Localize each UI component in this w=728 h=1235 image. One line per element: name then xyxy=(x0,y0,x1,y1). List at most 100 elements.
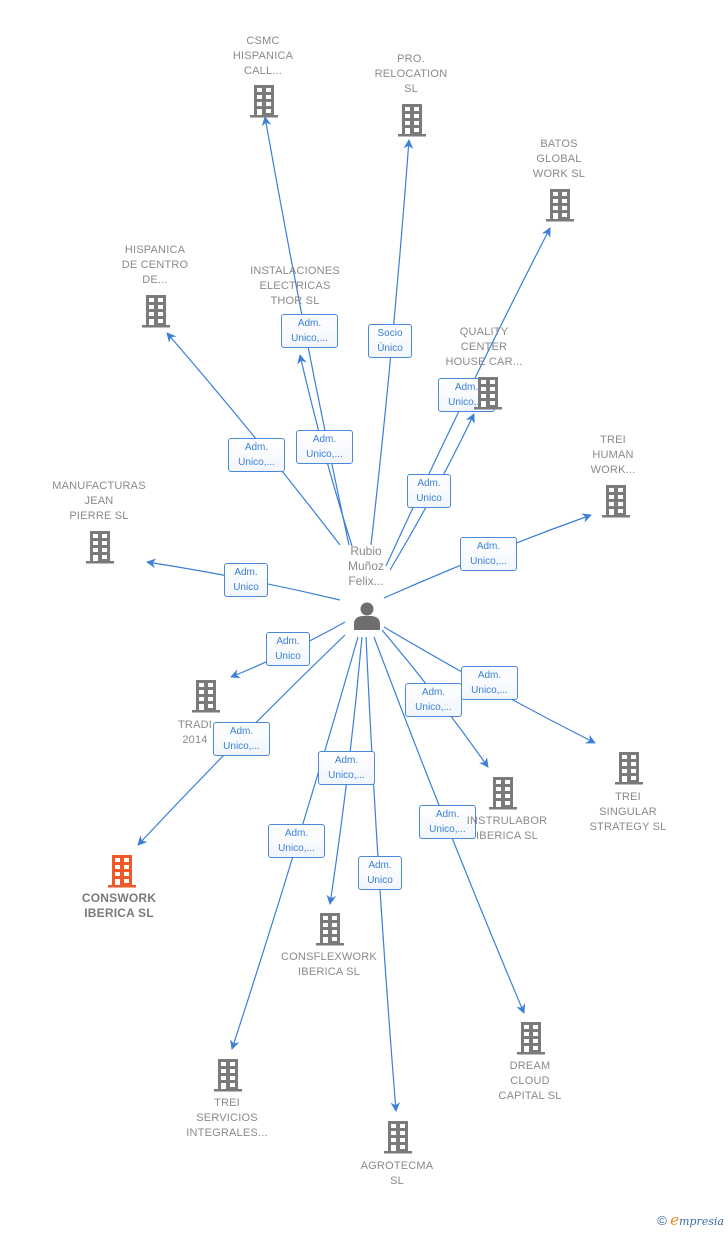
relation-label-line: Unico,... xyxy=(306,449,343,460)
relation-label-line: Adm. xyxy=(476,541,501,552)
building-icon xyxy=(250,85,278,118)
company-icon-dream_cloud[interactable] xyxy=(514,1020,548,1056)
relation-label-line: Unico xyxy=(416,493,442,504)
company-icon-batos[interactable] xyxy=(543,187,577,223)
relation-label-line: Adm. xyxy=(334,755,359,766)
relation-label-line: Adm. xyxy=(276,636,300,647)
company-name[interactable]: QUALITY CENTER HOUSE CAR... xyxy=(414,325,554,370)
relation-label-line: Unico,... xyxy=(471,685,508,696)
relation-label-line: Único xyxy=(377,343,403,354)
company-name[interactable]: INSTALACIONES ELECTRICAS THOR SL xyxy=(225,264,365,309)
relation-label-line: Unico xyxy=(275,651,301,662)
building-icon xyxy=(192,680,220,713)
relation-label-trei_human[interactable]: Adm. Unico,... xyxy=(460,537,517,571)
relation-label-consflexwork[interactable]: Adm. Unico,... xyxy=(318,751,375,785)
company-name[interactable]: CSMC HISPANICA CALL... xyxy=(193,34,333,79)
company-node-csmc[interactable]: CSMC HISPANICA CALL... xyxy=(193,34,333,79)
company-name[interactable]: BATOS GLOBAL WORK SL xyxy=(489,137,629,182)
relation-label-manufacturas[interactable]: Adm. Unico xyxy=(224,563,268,597)
company-name[interactable]: PRO. RELOCATION SL xyxy=(341,52,481,97)
company-icon-hispanica_centro[interactable] xyxy=(139,293,173,329)
relation-label-trei_singular[interactable]: Adm. Unico,... xyxy=(461,666,518,700)
relation-label-line: Adm. xyxy=(297,318,322,329)
company-name[interactable]: AGROTECMA SL xyxy=(327,1159,467,1189)
relation-label-csmc[interactable]: Adm. Unico,... xyxy=(281,314,338,348)
company-name[interactable]: TRADI 2014 xyxy=(125,718,265,748)
company-icon-instrulabor[interactable] xyxy=(486,775,520,811)
company-node-conswork[interactable]: CONSWORK IBERICA SL xyxy=(49,891,189,921)
relation-label-hispanica_centro[interactable]: Adm. Unico,... xyxy=(228,438,285,472)
company-name[interactable]: TREI HUMAN WORK... xyxy=(543,433,683,478)
building-icon xyxy=(489,777,517,810)
company-name[interactable]: CONSFLEXWORK IBERICA SL xyxy=(259,950,399,980)
building-icon xyxy=(398,104,426,137)
relation-label-trei_servicios[interactable]: Adm. Unico,... xyxy=(268,824,325,858)
building-icon xyxy=(384,1121,412,1154)
company-node-instrulabor[interactable]: INSTRULABOR IBERICA SL xyxy=(437,814,577,844)
copyright-icon: © xyxy=(657,1213,667,1228)
relation-label-line: Unico,... xyxy=(238,457,275,468)
company-node-dream_cloud[interactable]: DREAM CLOUD CAPITAL SL xyxy=(460,1059,600,1104)
company-node-trei_human[interactable]: TREI HUMAN WORK... xyxy=(543,433,683,478)
company-node-tradi[interactable]: TRADI 2014 xyxy=(125,718,265,748)
company-name[interactable]: INSTRULABOR IBERICA SL xyxy=(437,814,577,844)
building-icon xyxy=(602,485,630,518)
relation-label-quality_center[interactable]: Adm. Unico xyxy=(407,474,451,508)
relation-label-line: Unico,... xyxy=(470,556,507,567)
relation-label-line: Adm. xyxy=(284,828,309,839)
relation-label-line: Adm. xyxy=(477,670,502,681)
center-person-name[interactable]: Rubio Muñoz Felix... xyxy=(318,544,414,589)
building-icon xyxy=(474,377,502,410)
company-node-trei_singular[interactable]: TREI SINGULAR STRATEGY SL xyxy=(558,790,698,835)
company-node-trei_servicios[interactable]: TREI SERVICIOS INTEGRALES... xyxy=(157,1096,297,1141)
company-icon-csmc[interactable] xyxy=(247,83,281,119)
relation-label-line: Adm. xyxy=(244,442,269,453)
company-icon-tradi[interactable] xyxy=(189,678,223,714)
relation-label-instalaciones[interactable]: Adm. Unico,... xyxy=(296,430,353,464)
relation-label-line: Adm. xyxy=(421,687,446,698)
relation-label-pro_relocation[interactable]: Socio Único xyxy=(368,324,412,358)
company-node-quality_center[interactable]: QUALITY CENTER HOUSE CAR... xyxy=(414,325,554,370)
building-icon xyxy=(316,913,344,946)
company-icon-conswork[interactable] xyxy=(105,853,139,889)
company-name[interactable]: TREI SINGULAR STRATEGY SL xyxy=(558,790,698,835)
company-icon-trei_singular[interactable] xyxy=(612,750,646,786)
company-icon-trei_human[interactable] xyxy=(599,483,633,519)
building-icon xyxy=(214,1059,242,1092)
company-name[interactable]: DREAM CLOUD CAPITAL SL xyxy=(460,1059,600,1104)
company-node-consflexwork[interactable]: CONSFLEXWORK IBERICA SL xyxy=(259,950,399,980)
relation-label-instrulabor[interactable]: Adm. Unico,... xyxy=(405,683,462,717)
company-name[interactable]: TREI SERVICIOS INTEGRALES... xyxy=(157,1096,297,1141)
company-icon-manufacturas[interactable] xyxy=(83,529,117,565)
company-icon-trei_servicios[interactable] xyxy=(211,1057,245,1093)
relation-label-line: Adm. xyxy=(234,567,258,578)
building-icon xyxy=(615,752,643,785)
company-node-hispanica_centro[interactable]: HISPANICA DE CENTRO DE... xyxy=(85,243,225,288)
building-icon xyxy=(142,295,170,328)
company-node-batos[interactable]: BATOS GLOBAL WORK SL xyxy=(489,137,629,182)
relation-label-line: Unico,... xyxy=(415,702,452,713)
company-node-instalaciones[interactable]: INSTALACIONES ELECTRICAS THOR SL xyxy=(225,264,365,309)
relation-label-line: Socio xyxy=(377,328,403,339)
company-name[interactable]: CONSWORK IBERICA SL xyxy=(49,891,189,921)
building-icon xyxy=(108,855,136,888)
building-icon xyxy=(517,1022,545,1055)
company-node-manufacturas[interactable]: MANUFACTURAS JEAN PIERRE SL xyxy=(29,479,169,524)
company-icon-agrotecma[interactable] xyxy=(381,1119,415,1155)
person-icon[interactable] xyxy=(352,600,382,630)
relation-label-line: Adm. xyxy=(368,860,392,871)
relation-label-line: Adm. xyxy=(312,434,337,445)
relation-label-line: Adm. xyxy=(417,478,441,489)
footer-brand: © empresia xyxy=(657,1211,724,1229)
relation-label-line: Unico,... xyxy=(278,843,315,854)
company-node-agrotecma[interactable]: AGROTECMA SL xyxy=(327,1159,467,1189)
relation-label-tradi[interactable]: Adm. Unico xyxy=(266,632,310,666)
company-icon-quality_center[interactable] xyxy=(471,375,505,411)
company-node-pro_relocation[interactable]: PRO. RELOCATION SL xyxy=(341,52,481,97)
company-name[interactable]: MANUFACTURAS JEAN PIERRE SL xyxy=(29,479,169,524)
company-icon-pro_relocation[interactable] xyxy=(395,102,429,138)
company-name[interactable]: HISPANICA DE CENTRO DE... xyxy=(85,243,225,288)
company-icon-consflexwork[interactable] xyxy=(313,911,347,947)
relation-label-agrotecma[interactable]: Adm. Unico xyxy=(358,856,402,890)
relation-label-line: Unico,... xyxy=(291,333,328,344)
